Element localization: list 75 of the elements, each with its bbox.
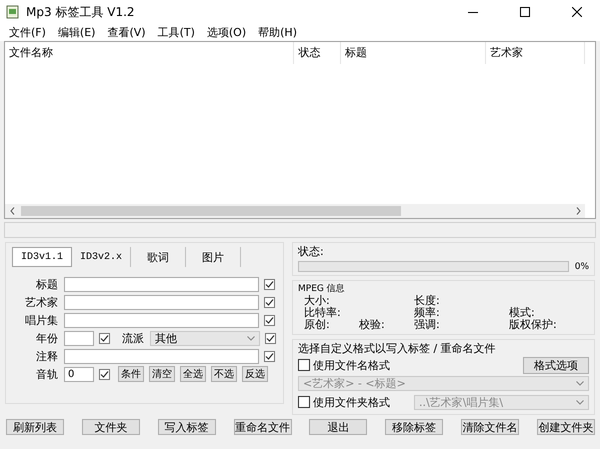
group-title: MPEG 信息 <box>298 282 346 295</box>
column-header[interactable]: 文件名称 <box>5 42 294 64</box>
field-label: 唱片集 <box>24 312 59 328</box>
file-list[interactable]: 文件名称 状态 标题 艺术家 <box>4 41 596 219</box>
action-button[interactable]: 文件夹 <box>82 419 140 435</box>
select-button[interactable]: 清空 <box>149 366 175 382</box>
action-button[interactable]: 刷新列表 <box>6 419 64 435</box>
scrollbar-thumb[interactable] <box>21 206 401 216</box>
tab[interactable]: ID3v2.x <box>72 247 132 267</box>
field-label: 艺术家 <box>24 294 59 310</box>
column-header[interactable]: 状态 <box>294 42 342 64</box>
text-field[interactable] <box>64 276 259 292</box>
chevron-icon <box>576 381 584 386</box>
action-button[interactable]: 创建文件夹 <box>536 419 595 435</box>
checkbox[interactable] <box>264 296 275 308</box>
text-field[interactable] <box>64 312 259 328</box>
track-field[interactable]: 0 <box>64 366 94 382</box>
checkbox-label[interactable]: 使用文件夹格式 <box>313 394 390 410</box>
chevron-icon <box>576 400 584 404</box>
group-title: 选择自定义格式以写入标签 / 重命名文件 <box>298 341 497 356</box>
window-title: Mp3 标签工具 V1.2 <box>26 4 136 20</box>
menu-item[interactable]: 帮助(H) <box>252 25 303 40</box>
info-label: 模式: <box>509 307 536 319</box>
tab[interactable]: 图片 <box>186 247 242 267</box>
column-header[interactable]: 标题 <box>341 42 486 64</box>
status-label: 状态: <box>298 245 324 258</box>
info-label: 大小: <box>304 295 330 307</box>
column-header[interactable]: 艺术家 <box>486 42 585 64</box>
field-label: 年份 <box>35 330 59 346</box>
progress-reading: 0% <box>574 262 589 272</box>
tab[interactable]: ID3v1.1 <box>12 247 72 267</box>
menu-item[interactable]: 查看(V) <box>101 25 152 40</box>
info-label: 强调: <box>414 319 441 331</box>
tab[interactable]: 歌词 <box>131 247 186 267</box>
checkbox[interactable] <box>99 332 110 344</box>
close-icon[interactable] <box>572 7 582 17</box>
app-icon <box>6 5 20 19</box>
info-label: 频率: <box>414 307 441 319</box>
checkbox[interactable] <box>298 396 310 408</box>
field-label: 注释 <box>35 348 59 364</box>
menu-item[interactable]: 选项(O) <box>200 25 252 40</box>
menu-item[interactable]: 编辑(E) <box>52 25 102 40</box>
genre-label: 流派 <box>122 330 144 346</box>
text-field[interactable] <box>64 294 259 310</box>
genre-dropdown[interactable]: 其他 <box>150 330 260 346</box>
chevron-icon <box>247 336 255 340</box>
checkbox[interactable] <box>99 368 110 380</box>
select-button[interactable]: 反选 <box>242 366 268 382</box>
info-label: 长度: <box>414 295 441 307</box>
checkbox[interactable] <box>265 332 276 344</box>
select-button[interactable]: 条件 <box>118 366 144 382</box>
action-button[interactable]: 写入标签 <box>158 419 216 435</box>
checkbox[interactable] <box>298 359 310 371</box>
select-button[interactable]: 全选 <box>180 366 206 382</box>
info-label: 原创: <box>304 319 331 331</box>
checkbox[interactable] <box>264 314 275 326</box>
action-button[interactable]: 清除文件名 <box>461 419 520 435</box>
info-label: 校验: <box>359 319 386 331</box>
info-label: 比特率: <box>304 307 342 319</box>
select-button[interactable]: 不选 <box>211 366 237 382</box>
year-field[interactable] <box>64 330 94 346</box>
action-button[interactable]: 移除标签 <box>385 419 444 435</box>
format-options-button[interactable]: 格式选项 <box>523 356 589 374</box>
field-label: 标题 <box>35 276 59 292</box>
menu-item[interactable]: 文件(F) <box>3 25 52 40</box>
checkbox[interactable] <box>264 278 275 290</box>
info-label: 版权保护: <box>509 319 558 331</box>
maximize-icon[interactable] <box>520 7 530 17</box>
menu-item[interactable]: 工具(T) <box>152 25 201 40</box>
action-button[interactable]: 重命名文件 <box>234 419 292 435</box>
action-button[interactable]: 退出 <box>309 419 368 435</box>
checkbox[interactable] <box>264 350 275 362</box>
text-field[interactable] <box>64 348 259 364</box>
checkbox-label[interactable]: 使用文件名格式 <box>313 358 390 372</box>
field-label: 音轨 <box>35 366 59 382</box>
